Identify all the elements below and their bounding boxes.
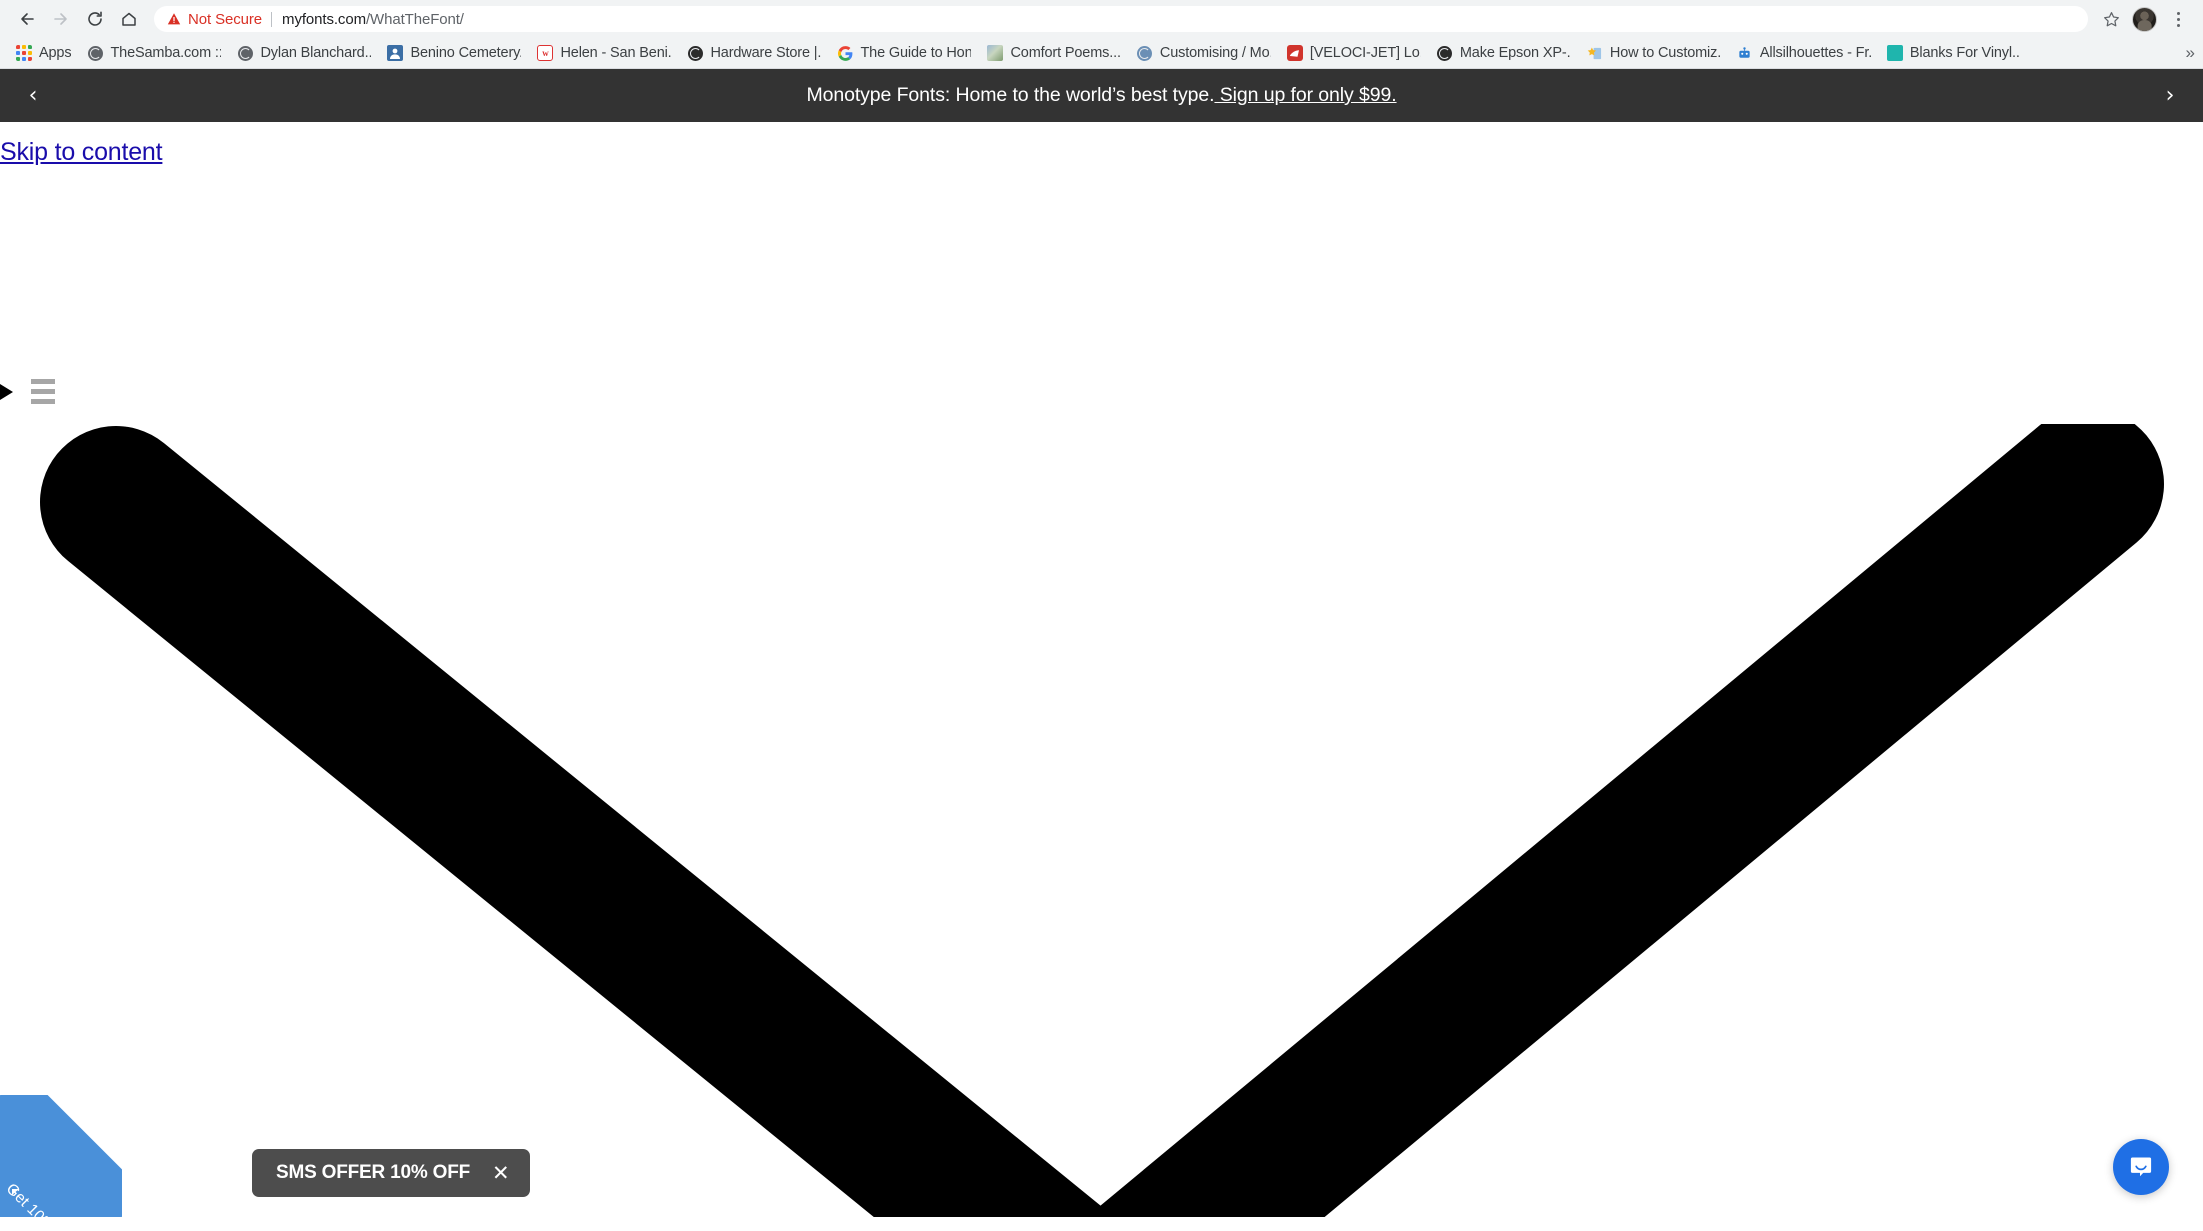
bookmarks-bar: Apps TheSamba.com ::... Dylan Blanchard.… bbox=[0, 38, 2203, 68]
bookmark-label: [VELOCI-JET] Lo... bbox=[1309, 45, 1421, 61]
bookmark-item-benino-cemetery[interactable]: Benino Cemetery... bbox=[379, 40, 529, 66]
bookmark-item-hardware-store[interactable]: Hardware Store |... bbox=[679, 40, 829, 66]
bookmark-item-comfort-poems[interactable]: Comfort Poems... bbox=[979, 40, 1128, 66]
chat-bubble-icon bbox=[2130, 1157, 2152, 1177]
promo-cta-link[interactable]: Sign up for only $99. bbox=[1214, 84, 1397, 106]
bookmark-item-blanks-for-vinyl[interactable]: Blanks For Vinyl... bbox=[1879, 40, 2029, 66]
bookmark-label: Blanks For Vinyl... bbox=[1909, 45, 2021, 61]
promo-prev-icon[interactable]: ‹ bbox=[8, 69, 58, 122]
chat-launcher-button[interactable] bbox=[2113, 1139, 2169, 1195]
google-icon bbox=[837, 45, 853, 61]
bookmark-label: The Guide to Hon... bbox=[860, 45, 972, 61]
avatar[interactable] bbox=[2132, 6, 2157, 32]
globe-icon bbox=[237, 45, 253, 61]
promo-message: Monotype Fonts: Home to the world’s best… bbox=[806, 84, 1215, 106]
apps-grid-icon bbox=[16, 45, 32, 61]
giant-letter-v-graphic bbox=[0, 424, 2203, 1217]
sms-offer-banner[interactable]: SMS OFFER 10% OFF ✕ bbox=[252, 1149, 530, 1197]
url-text: myfonts.com/WhatTheFont/ bbox=[282, 11, 464, 28]
hamburger-menu-icon[interactable] bbox=[31, 379, 55, 404]
bookmark-label: Make Epson XP-... bbox=[1459, 45, 1571, 61]
bookmark-item-make-epson[interactable]: Make Epson XP-... bbox=[1429, 40, 1579, 66]
robot-icon bbox=[1737, 45, 1753, 61]
reload-button[interactable] bbox=[78, 2, 112, 36]
skip-to-content-link[interactable]: Skip to content bbox=[0, 138, 163, 167]
bookmark-item-veloci-jet[interactable]: [VELOCI-JET] Lo... bbox=[1279, 40, 1429, 66]
back-button[interactable] bbox=[10, 2, 44, 36]
url-domain: myfonts.com bbox=[282, 10, 366, 28]
browser-toolbar: Not Secure myfonts.com/WhatTheFont/ bbox=[0, 0, 2203, 38]
promo-banner: ‹ Monotype Fonts: Home to the world’s be… bbox=[0, 69, 2203, 122]
sms-offer-label: SMS OFFER 10% OFF bbox=[276, 1162, 471, 1183]
bookmark-item-helen-san-benito[interactable]: w Helen - San Beni... bbox=[529, 40, 679, 66]
promo-banner-text: Monotype Fonts: Home to the world’s best… bbox=[806, 84, 1396, 107]
forward-button[interactable] bbox=[44, 2, 78, 36]
close-icon[interactable]: ✕ bbox=[492, 1162, 510, 1184]
bookmark-star-icon[interactable] bbox=[2096, 4, 2126, 34]
globe-icon bbox=[1137, 45, 1153, 61]
browser-chrome: Not Secure myfonts.com/WhatTheFont/ Apps bbox=[0, 0, 2203, 69]
wiki-icon: w bbox=[537, 45, 554, 61]
security-status-text: Not Secure bbox=[188, 10, 263, 28]
globe-icon bbox=[687, 45, 703, 61]
chrome-menu-icon[interactable] bbox=[2167, 4, 2189, 34]
image-icon bbox=[987, 45, 1004, 61]
bookmark-item-allsilhouettes[interactable]: Allsilhouettes - Fr... bbox=[1729, 40, 1879, 66]
bookmark-item-customising[interactable]: Customising / Mo... bbox=[1129, 40, 1279, 66]
bookmark-label: How to Customiz... bbox=[1609, 45, 1721, 61]
bookmark-label: Helen - San Beni... bbox=[560, 45, 672, 61]
home-button[interactable] bbox=[112, 2, 146, 36]
bookmark-label: Allsilhouettes - Fr... bbox=[1759, 45, 1871, 61]
bookmark-item-thesamba[interactable]: TheSamba.com ::... bbox=[79, 40, 229, 66]
bookmark-label: Customising / Mo... bbox=[1159, 45, 1271, 61]
bookmark-label: Dylan Blanchard... bbox=[260, 45, 372, 61]
bookmarks-overflow-icon[interactable]: » bbox=[2186, 43, 2195, 63]
teal-square-icon bbox=[1886, 45, 1903, 61]
address-bar[interactable]: Not Secure myfonts.com/WhatTheFont/ bbox=[154, 6, 2088, 32]
bookmark-item-how-to-customize[interactable]: How to Customiz... bbox=[1579, 40, 1729, 66]
photo-icon bbox=[387, 45, 404, 61]
play-triangle-icon[interactable] bbox=[0, 383, 13, 400]
red-icon bbox=[1286, 45, 1303, 61]
bookmark-label: Apps bbox=[39, 45, 72, 61]
bookmark-item-apps[interactable]: Apps bbox=[8, 40, 79, 66]
url-path: /WhatTheFont/ bbox=[365, 10, 464, 28]
page-content: ‹ Monotype Fonts: Home to the world’s be… bbox=[0, 69, 2203, 1217]
not-secure-warning-icon bbox=[167, 12, 181, 26]
get-discount-corner-flag[interactable]: Get 10% off! bbox=[0, 1095, 122, 1217]
bookmark-label: Benino Cemetery... bbox=[410, 45, 522, 61]
bookmark-label: TheSamba.com ::... bbox=[110, 45, 221, 61]
star-icon bbox=[1587, 45, 1603, 61]
globe-icon bbox=[1437, 45, 1453, 61]
omnibox-divider bbox=[271, 11, 273, 27]
site-controls bbox=[0, 379, 55, 404]
bookmark-label: Hardware Store |... bbox=[710, 45, 822, 61]
bookmark-item-guide-to-honey[interactable]: The Guide to Hon... bbox=[829, 40, 979, 66]
promo-next-icon[interactable]: › bbox=[2145, 69, 2195, 122]
globe-icon bbox=[87, 45, 103, 61]
bookmark-label: Comfort Poems... bbox=[1010, 45, 1121, 61]
bookmark-item-dylan-blanchard[interactable]: Dylan Blanchard... bbox=[229, 40, 379, 66]
